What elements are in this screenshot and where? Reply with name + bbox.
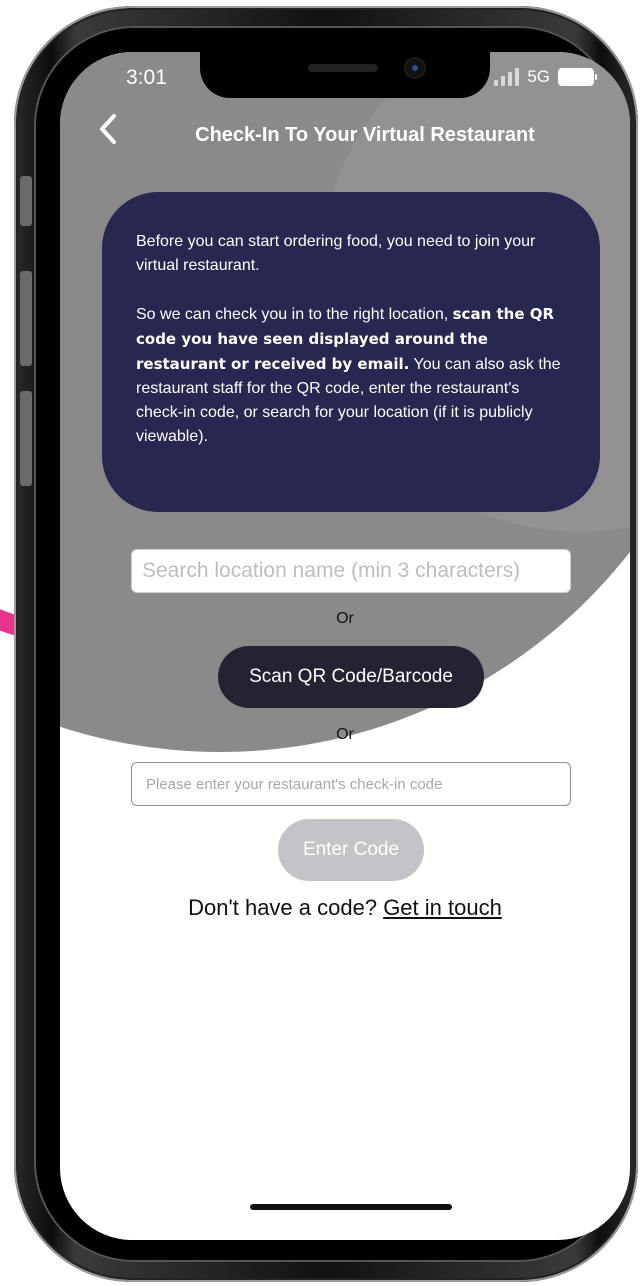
help-prefix: Don't have a code? bbox=[188, 895, 384, 920]
phone-notch bbox=[200, 52, 490, 98]
signal-icon bbox=[494, 68, 520, 86]
earpiece-speaker bbox=[308, 64, 378, 72]
status-indicators: 5G bbox=[494, 67, 597, 87]
get-in-touch-link[interactable]: Get in touch bbox=[383, 895, 502, 920]
volume-down-button bbox=[20, 391, 32, 486]
home-indicator[interactable] bbox=[250, 1204, 452, 1210]
enter-code-button[interactable]: Enter Code bbox=[278, 819, 424, 881]
volume-up-button bbox=[20, 271, 32, 366]
battery-icon bbox=[558, 68, 597, 86]
page-title: Check-In To Your Virtual Restaurant bbox=[195, 124, 535, 146]
or-divider-label: Or bbox=[336, 726, 354, 743]
instructions-paragraph-2: So we can check you in to the right loca… bbox=[136, 302, 568, 449]
instructions-card: Before you can start ordering food, you … bbox=[102, 192, 600, 512]
app-screen: 3:01 5G Check-In To Your Virtual Restaur… bbox=[60, 52, 630, 1240]
instructions-paragraph-1: Before you can start ordering food, you … bbox=[136, 233, 536, 274]
front-camera bbox=[406, 59, 424, 77]
instructions-text: So we can check you in to the right loca… bbox=[136, 306, 453, 323]
check-in-code-input[interactable] bbox=[131, 762, 571, 806]
network-type: 5G bbox=[527, 67, 550, 86]
status-time: 3:01 bbox=[126, 66, 167, 89]
scan-qr-button[interactable]: Scan QR Code/Barcode bbox=[218, 646, 484, 708]
help-line: Don't have a code? Get in touch bbox=[60, 895, 630, 921]
mute-switch bbox=[20, 176, 32, 226]
location-search-input[interactable] bbox=[131, 549, 571, 593]
phone-frame: 3:01 5G Check-In To Your Virtual Restaur… bbox=[14, 6, 638, 1282]
or-divider-label: Or bbox=[336, 610, 354, 627]
